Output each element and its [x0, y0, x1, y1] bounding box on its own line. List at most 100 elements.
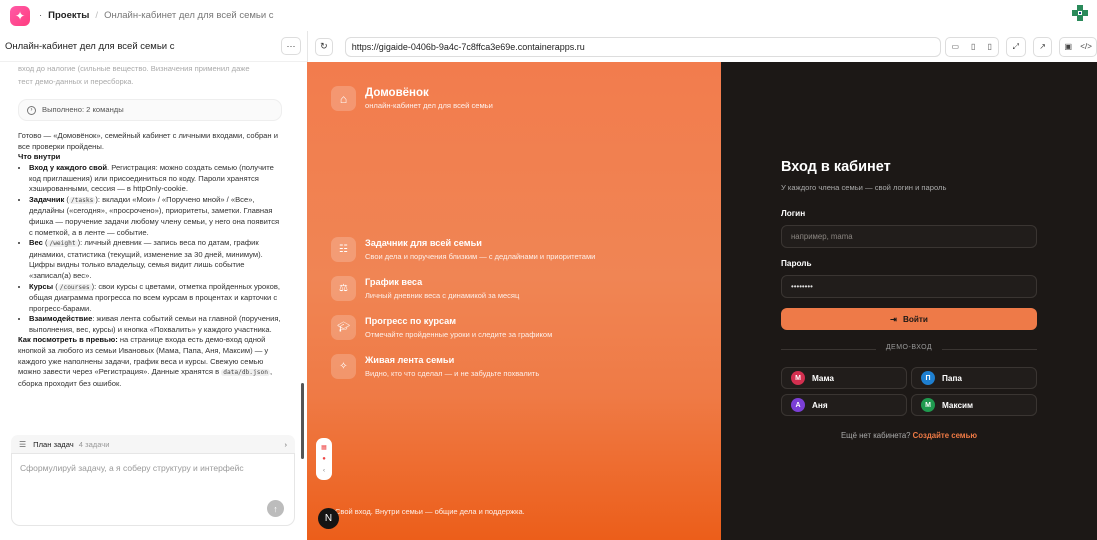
chevron-right-icon: › [284, 439, 287, 449]
url-field[interactable]: https://gigaide-0406b-9a4c-7c8ffca3e69e.… [344, 36, 941, 57]
reload-button[interactable]: ↻ [315, 37, 333, 56]
login-label: Логин [781, 209, 806, 218]
reload-icon: ↻ [320, 41, 328, 51]
list-item: Взаимодействие: живая лента событий семь… [29, 314, 282, 335]
login-panel: Вход в кабинет У каждого члена семьи — с… [721, 62, 1097, 540]
prompt-input[interactable]: Сформулируй задачу, а я соберу структуру… [11, 453, 295, 526]
user-name: Мама [812, 373, 834, 383]
login-button[interactable]: ⇥ Войти [781, 308, 1037, 330]
item-code: /courses [57, 283, 92, 291]
user-avatar-icon[interactable] [1071, 4, 1089, 22]
feature-title: Задачник для всей семьи [365, 238, 482, 248]
item-bold: Вес [29, 238, 43, 248]
promo-panel: ⌂ Домовёнок онлайн-кабинет дел для всей … [307, 62, 721, 540]
task-plan-bar[interactable]: ☰ План задач 4 задачи › [11, 435, 295, 453]
brand-subtitle: онлайн-кабинет дел для всей семьи [365, 101, 493, 110]
devtools-widget[interactable]: ▦ ● ‹ [316, 438, 332, 480]
list-check-icon: ☰ [19, 439, 27, 449]
chat-header: Онлайн-кабинет дел для всей семьи с ··· [0, 31, 307, 62]
preview-view-icon[interactable]: ▣ [1065, 42, 1073, 51]
avatar: М [791, 371, 805, 385]
plan-count: 4 задачи [78, 439, 110, 449]
login-button-label: Войти [902, 314, 928, 324]
feature-title: Живая лента семьи [365, 355, 455, 365]
user-name: Максим [942, 400, 974, 410]
avatar: А [791, 398, 805, 412]
plan-label: План задач [33, 439, 74, 449]
sparkle-icon: ✧ [331, 354, 356, 379]
chat-messages[interactable]: вход до налогие (сильные вещество. Визна… [0, 62, 300, 459]
login-subtitle: У каждого члена семьи — свой логин и пар… [781, 183, 947, 192]
list-item: Вес (/weight): личный дневник — запись в… [29, 238, 282, 281]
feature-desc: Отмечайте пройденные уроки и следите за … [365, 330, 553, 339]
demo-user-button[interactable]: М Мама [781, 367, 907, 389]
fullscreen-button[interactable]: ⤢ [1005, 36, 1026, 57]
howto-paragraph: Как посмотреть в превью: на странице вхо… [18, 335, 282, 389]
feature-list: Вход у каждого свой. Регистрация: можно … [29, 163, 282, 336]
chat-scrollbar[interactable] [301, 383, 304, 459]
toggle-icon[interactable]: ● [322, 456, 326, 462]
app-logo-icon[interactable]: ✦ [10, 5, 30, 26]
app-preview: ⌂ Домовёнок онлайн-кабинет дел для всей … [307, 62, 1097, 540]
item-code: /tasks [68, 196, 96, 204]
user-name: Папа [942, 373, 962, 383]
view-toggle: ▣ </> [1059, 36, 1097, 57]
breadcrumb-current: Онлайн-кабинет дел для всей семьи с [104, 10, 274, 21]
chevron-left-icon[interactable]: ‹ [323, 468, 325, 474]
chevron-right-icon: › [27, 105, 36, 115]
feature-title: График веса [365, 277, 423, 287]
nextjs-badge[interactable]: N [318, 508, 339, 529]
code-view-icon[interactable]: </> [1080, 42, 1092, 51]
faded-line: вход до налогие (сильные вещество. Визна… [18, 64, 250, 73]
feature-desc: Свои дела и поручения близким — с дедлай… [365, 252, 596, 261]
list-item: Вход у каждого свой. Регистрация: можно … [29, 163, 282, 195]
mobile-icon[interactable]: ▯ [987, 42, 991, 51]
register-prompt: Ещё нет кабинета? Создайте семью [781, 431, 1037, 440]
device-switcher: ▭ ▯ ▯ [944, 36, 999, 57]
desktop-icon[interactable]: ▭ [952, 42, 960, 51]
breadcrumb-dot: · [39, 10, 43, 21]
prompt-placeholder: Сформулируй задачу, а я соберу структуру… [20, 463, 244, 473]
top-bar: ✦ · Проекты / Онлайн-кабинет дел для все… [0, 0, 1097, 31]
project-title: Онлайн-кабинет дел для всей семьи с [5, 40, 175, 52]
item-bold: Вход у каждого свой [29, 162, 107, 172]
faded-line: тест демо-данных и пересборка. [18, 76, 134, 86]
intro-text: Готово — «Домовёнок», семейный кабинет с… [18, 131, 278, 151]
chat-pane: Онлайн-кабинет дел для всей семьи с ··· … [0, 31, 307, 540]
open-new-tab-button[interactable]: ↗ [1032, 36, 1053, 57]
login-icon: ⇥ [890, 315, 897, 324]
commands-done-label: Выполнено: 2 команды [42, 104, 124, 114]
login-heading: Вход в кабинет [781, 159, 891, 175]
send-button[interactable]: ↑ [267, 500, 284, 517]
breadcrumb-separator: / [95, 10, 99, 21]
item-bold: Курсы [29, 281, 54, 291]
feature-title: Прогресс по курсам [365, 316, 457, 326]
demo-user-button[interactable]: П Папа [911, 367, 1037, 389]
password-input[interactable]: •••••••• [781, 275, 1037, 298]
arrow-up-icon: ↑ [273, 503, 278, 514]
preview-toolbar: ↻ https://gigaide-0406b-9a4c-7c8ffca3e69… [307, 31, 1097, 62]
item-bold: Взаимодействие [29, 314, 93, 324]
brand-name: Домовёнок [365, 87, 429, 99]
expand-icon: ⤢ [1012, 41, 1019, 51]
graduation-icon: 🎓︎ [331, 315, 356, 340]
login-input[interactable]: например, mama [781, 225, 1037, 248]
demo-user-button[interactable]: А Аня [781, 394, 907, 416]
list-item: Задачник (/tasks): вкладки «Мои» / «Пору… [29, 195, 282, 238]
list-item: Курсы (/courses): свои курсы с цветами, … [29, 282, 282, 315]
howto-bold: Как посмотреть в превью: [18, 335, 118, 345]
tablet-icon[interactable]: ▯ [971, 42, 975, 51]
feature-desc: Личный дневник веса с динамикой за месяц [365, 291, 520, 300]
user-name: Аня [812, 400, 828, 410]
breadcrumb-projects[interactable]: Проекты [48, 10, 89, 21]
home-icon: ⌂ [331, 86, 356, 111]
promo-footer: Свой вход. Внутри семьи — общие дела и п… [335, 507, 525, 516]
grid-icon[interactable]: ▦ [321, 444, 327, 451]
demo-divider: ДЕМО-ВХОД [781, 344, 1037, 351]
commands-done-collapsible[interactable]: › Выполнено: 2 команды [18, 99, 282, 122]
item-bold: Задачник [29, 194, 65, 204]
feature-desc: Видно, кто что сделал — и не забудьте по… [365, 369, 540, 378]
more-options-button[interactable]: ··· [281, 37, 301, 55]
create-family-link[interactable]: Создайте семью [913, 431, 977, 440]
demo-user-button[interactable]: М Максим [911, 394, 1037, 416]
